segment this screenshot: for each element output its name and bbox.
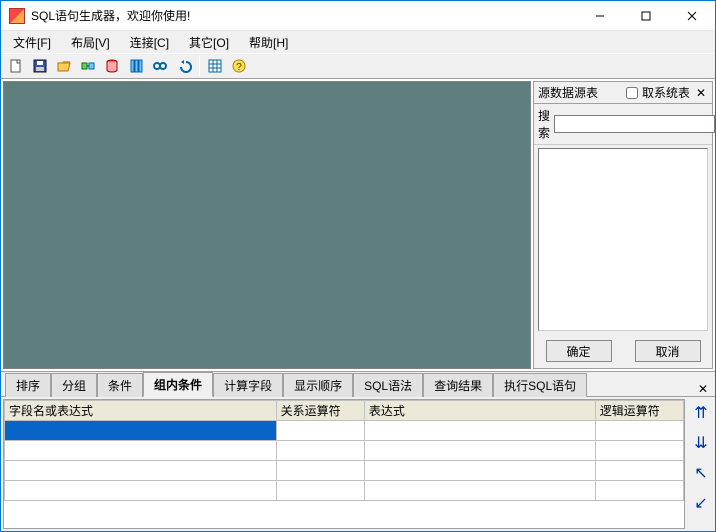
grid-wrapper: 字段名或表达式 关系运算符 表达式 逻辑运算符	[1, 396, 715, 531]
cell-op[interactable]	[276, 441, 364, 461]
system-tables-checkbox[interactable]	[626, 87, 638, 99]
new-icon[interactable]	[5, 55, 27, 77]
toolbar: ?	[1, 53, 715, 79]
connect-icon[interactable]	[77, 55, 99, 77]
move-top-icon[interactable]: ⇈	[691, 403, 711, 423]
help-icon[interactable]: ?	[228, 55, 250, 77]
move-bottom-icon[interactable]: ⇊	[691, 433, 711, 453]
col-logic[interactable]: 逻辑运算符	[595, 401, 683, 421]
tab-sort[interactable]: 排序	[5, 373, 51, 397]
maximize-button[interactable]	[623, 1, 669, 31]
save-icon[interactable]	[29, 55, 51, 77]
menu-layout[interactable]: 布局[V]	[65, 32, 116, 53]
col-field[interactable]: 字段名或表达式	[5, 401, 277, 421]
app-icon	[9, 8, 25, 24]
conditions-grid[interactable]: 字段名或表达式 关系运算符 表达式 逻辑运算符	[3, 399, 685, 529]
menu-help[interactable]: 帮助[H]	[243, 32, 294, 53]
diagram-canvas[interactable]	[3, 81, 531, 369]
undo-icon[interactable]	[173, 55, 195, 77]
col-expression[interactable]: 表达式	[364, 401, 595, 421]
link-icon[interactable]	[149, 55, 171, 77]
panel-button-row: 确定 取消	[534, 334, 712, 368]
cancel-button[interactable]: 取消	[635, 340, 701, 362]
cell-logic[interactable]	[595, 461, 683, 481]
minimize-button[interactable]	[577, 1, 623, 31]
cell-op[interactable]	[276, 461, 364, 481]
tabstrip-close-icon[interactable]: ✕	[695, 382, 711, 396]
source-table-list[interactable]	[538, 148, 708, 331]
grid-row[interactable]	[5, 461, 684, 481]
cell-logic[interactable]	[595, 421, 683, 441]
main-area: 源数据源表 取系统表 ✕ 搜索 确定 取消	[1, 79, 715, 371]
move-up-icon[interactable]: ↖	[691, 463, 711, 483]
toolbar-separator	[199, 56, 200, 76]
tab-condition[interactable]: 条件	[97, 373, 143, 397]
search-row: 搜索	[534, 104, 712, 145]
tab-strip: 排序 分组 条件 组内条件 计算字段 显示顺序 SQL语法 查询结果 执行SQL…	[1, 372, 715, 396]
cell-logic[interactable]	[595, 441, 683, 461]
grid-row[interactable]	[5, 481, 684, 501]
col-operator[interactable]: 关系运算符	[276, 401, 364, 421]
tab-display-order[interactable]: 显示顺序	[283, 373, 353, 397]
tab-exec[interactable]: 执行SQL语句	[493, 373, 587, 397]
tab-sql[interactable]: SQL语法	[353, 373, 423, 397]
tab-calc[interactable]: 计算字段	[213, 373, 283, 397]
tab-result[interactable]: 查询结果	[423, 373, 493, 397]
cell-expr[interactable]	[364, 441, 595, 461]
source-table-panel: 源数据源表 取系统表 ✕ 搜索 确定 取消	[533, 81, 713, 369]
cell-field[interactable]	[5, 421, 277, 441]
cell-expr[interactable]	[364, 421, 595, 441]
cell-field[interactable]	[5, 461, 277, 481]
cell-field[interactable]	[5, 441, 277, 461]
source-panel-title: 源数据源表	[538, 84, 598, 101]
system-tables-label: 取系统表	[642, 84, 690, 101]
database-icon[interactable]	[101, 55, 123, 77]
window-title: SQL语句生成器，欢迎你使用!	[31, 7, 577, 24]
menu-other[interactable]: 其它[O]	[183, 32, 235, 53]
source-panel-header: 源数据源表 取系统表 ✕	[534, 82, 712, 104]
panel-close-icon[interactable]: ✕	[694, 86, 708, 100]
columns-icon[interactable]	[125, 55, 147, 77]
svg-text:?: ?	[236, 62, 242, 73]
menu-connect[interactable]: 连接[C]	[124, 32, 175, 53]
cell-op[interactable]	[276, 421, 364, 441]
tab-inner-condition[interactable]: 组内条件	[143, 372, 213, 397]
close-button[interactable]	[669, 1, 715, 31]
open-icon[interactable]	[53, 55, 75, 77]
title-bar: SQL语句生成器，欢迎你使用!	[1, 1, 715, 31]
grid-row[interactable]	[5, 421, 684, 441]
move-down-icon[interactable]: ↙	[691, 493, 711, 513]
grid-row[interactable]	[5, 441, 684, 461]
cell-op[interactable]	[276, 481, 364, 501]
row-order-buttons: ⇈ ⇊ ↖ ↙	[687, 397, 715, 531]
ok-button[interactable]: 确定	[546, 340, 612, 362]
bottom-pane: 排序 分组 条件 组内条件 计算字段 显示顺序 SQL语法 查询结果 执行SQL…	[1, 371, 715, 531]
cell-expr[interactable]	[364, 461, 595, 481]
tab-group[interactable]: 分组	[51, 373, 97, 397]
menu-bar: 文件[F] 布局[V] 连接[C] 其它[O] 帮助[H]	[1, 31, 715, 53]
cell-logic[interactable]	[595, 481, 683, 501]
search-input[interactable]	[554, 115, 715, 133]
search-label: 搜索	[538, 107, 550, 141]
menu-file[interactable]: 文件[F]	[7, 32, 57, 53]
cell-field[interactable]	[5, 481, 277, 501]
cell-expr[interactable]	[364, 481, 595, 501]
grid-icon[interactable]	[204, 55, 226, 77]
